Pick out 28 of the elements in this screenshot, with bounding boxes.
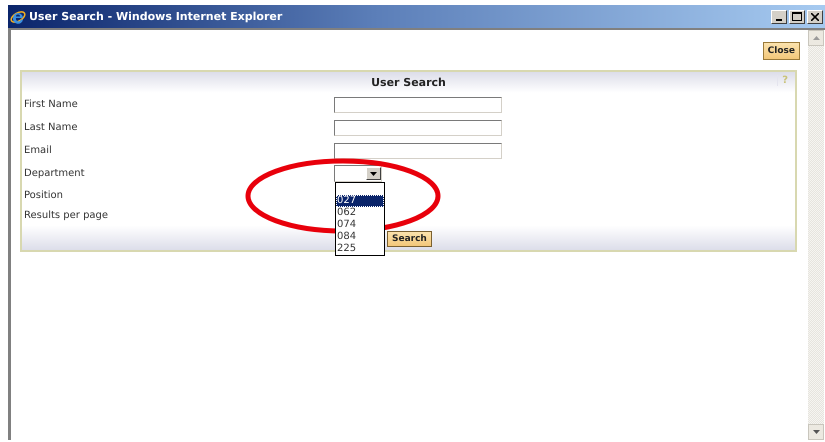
- window-title: User Search - Windows Internet Explorer: [29, 10, 282, 23]
- close-window-button[interactable]: [807, 10, 823, 24]
- close-icon: [811, 12, 819, 20]
- field-label: Results per page: [23, 210, 110, 220]
- field-label: First Name: [23, 99, 79, 110]
- field-label: Email: [23, 145, 53, 156]
- scrollbar[interactable]: [808, 30, 824, 440]
- minimize-button[interactable]: [771, 10, 787, 24]
- input-field[interactable]: [334, 96, 502, 112]
- field-label: Department: [23, 168, 86, 179]
- browser-logo-icon: [10, 8, 26, 24]
- panel-title: User Search: [371, 76, 446, 89]
- search-button[interactable]: Search: [387, 231, 432, 247]
- input-field[interactable]: [334, 120, 502, 136]
- minimize-icon: [776, 18, 782, 20]
- maximize-icon: [792, 12, 802, 21]
- input-field[interactable]: [334, 142, 502, 158]
- close-button[interactable]: Close: [762, 42, 800, 60]
- dropdown-option[interactable]: 027: [336, 195, 384, 207]
- maximize-button[interactable]: [789, 10, 805, 24]
- scroll-down-icon[interactable]: [812, 430, 820, 434]
- dropdown-option[interactable]: 074: [336, 219, 384, 231]
- field-label: Position: [23, 190, 64, 200]
- dropdown-option[interactable]: 084: [336, 231, 384, 243]
- field-label: Last Name: [23, 122, 79, 133]
- dropdown-option[interactable]: 062: [336, 207, 384, 219]
- dropdown-option[interactable]: 225: [336, 243, 384, 255]
- department-select[interactable]: [334, 165, 382, 182]
